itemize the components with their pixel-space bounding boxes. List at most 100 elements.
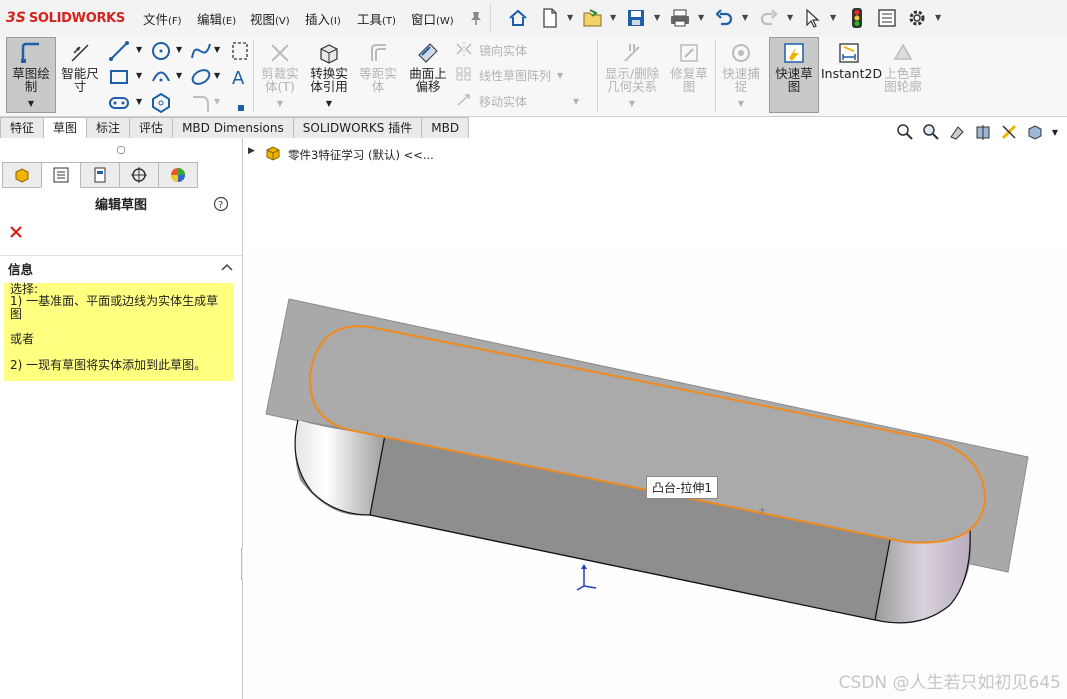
undo-dropdown-caret[interactable]: ▼ [742,13,748,22]
trim-dropdown-caret[interactable]: ▼ [257,97,303,110]
repair-sketch-button[interactable]: 修复草 图 [667,38,711,93]
rectangle-dropdown-caret[interactable]: ▼ [136,71,142,80]
new-dropdown-caret[interactable]: ▼ [567,13,573,22]
section-view-icon[interactable] [973,122,993,142]
instant2d-button[interactable]: Instant2D [821,38,882,80]
trim-entities-button[interactable]: 剪裁实 体(T) ▼ [257,38,303,110]
new-document-icon[interactable] [538,6,562,30]
move-dropdown-caret[interactable]: ▼ [573,97,579,106]
spline-dropdown-caret[interactable]: ▼ [214,45,220,54]
circle-dropdown-caret[interactable]: ▼ [176,45,182,54]
view-orientation-icon[interactable] [1025,122,1045,142]
ellipse-tool-icon[interactable] [190,66,212,92]
arc-tool-icon[interactable] [150,66,172,92]
menu-window-label: 窗口 [411,12,437,27]
linear-pattern-icon [455,66,473,85]
menu-view[interactable]: 视图(V) [250,9,290,28]
tab-evaluate[interactable]: 评估 [129,117,174,138]
view-orientation-dropdown-caret[interactable]: ▼ [1051,122,1059,142]
slot-tool-icon[interactable] [108,92,130,118]
shaded-contours-label: 上色草 图轮廓 [884,66,922,94]
tab-features[interactable]: 特征 [0,117,45,138]
fillet-tool-icon[interactable] [190,92,212,118]
tab-markup[interactable]: 标注 [86,117,131,138]
save-dropdown-caret[interactable]: ▼ [654,13,660,22]
text-tool-icon[interactable]: A [230,66,250,92]
shaded-sketch-contours-button[interactable]: 上色草 图轮廓 [880,38,926,93]
panel-splitter-handle[interactable] [117,146,125,154]
zoom-to-fit-icon[interactable] [895,122,915,142]
convert-entities-button[interactable]: 转换实 体引用 ▼ [305,38,353,110]
tab-mbd[interactable]: MBD [421,117,470,138]
property-manager-tab[interactable] [41,162,81,188]
menu-insert[interactable]: 插入(I) [305,9,341,28]
arc-dropdown-caret[interactable]: ▼ [176,71,182,80]
help-icon[interactable]: ? [213,196,229,216]
rapid-sketch-button[interactable]: 快速草 图 [769,37,819,113]
options-dropdown-caret[interactable]: ▼ [935,13,941,22]
display-manager-tab[interactable] [158,162,198,188]
smart-dimension-button[interactable]: 智能尺 寸 [58,38,102,93]
display-delete-relations-button[interactable]: 显示/删除 几何关系 ▼ [601,38,663,110]
pin-icon[interactable] [464,6,488,30]
home-icon[interactable] [506,6,530,30]
tab-mbd-dimensions[interactable]: MBD Dimensions [172,117,294,138]
circle-tool-icon[interactable] [150,40,172,66]
spline-tool-icon[interactable] [190,40,212,66]
sketch-button[interactable]: 草图绘 制 ▼ [6,37,56,113]
menu-window[interactable]: 窗口(W) [411,9,454,28]
file-properties-icon[interactable] [875,6,899,30]
dimxpert-manager-tab[interactable] [119,162,159,188]
menu-tools[interactable]: 工具(T) [357,9,396,28]
undo-icon[interactable] [712,6,736,30]
previous-view-icon[interactable] [947,122,967,142]
rebuild-traffic-light-icon[interactable] [845,6,869,30]
ellipse-dropdown-caret[interactable]: ▼ [214,71,220,80]
line-tool-icon[interactable] [108,40,130,66]
model-graphics: + [265,298,1029,624]
move-entities-button[interactable]: 移动实体 ▼ [455,92,579,111]
tab-sketch[interactable]: 草图 [43,117,88,138]
open-folder-icon[interactable] [581,6,605,30]
quick-snaps-button[interactable]: 快速捕 捉 ▼ [719,38,763,110]
configuration-manager-tab[interactable] [80,162,120,188]
fillet-dropdown-caret[interactable]: ▼ [214,97,220,106]
select-dropdown-caret[interactable]: ▼ [830,13,836,22]
quick-snaps-label: 快速捕 捉 [722,66,760,94]
redo-icon[interactable] [757,6,781,30]
relations-dropdown-caret[interactable]: ▼ [601,97,663,110]
print-icon[interactable] [668,6,692,30]
offset-entities-button[interactable]: 等距实 体 [356,38,400,93]
print-dropdown-caret[interactable]: ▼ [698,13,704,22]
line-dropdown-caret[interactable]: ▼ [136,45,142,54]
zoom-to-area-icon[interactable] [921,122,941,142]
slot-dropdown-caret[interactable]: ▼ [136,97,142,106]
solidworks-logo[interactable]: 3S SOLIDWORKS [6,8,125,28]
graphics-viewport[interactable]: ▶ 零件3特征学习 (默认) <<... + 凸台-拉伸1 [243,138,1067,699]
linear-pattern-dropdown-caret[interactable]: ▼ [557,71,563,80]
collapse-chevron-icon[interactable] [220,258,234,277]
info-section-header[interactable]: 信息 [0,255,242,277]
offset-on-surface-button[interactable]: 曲面上 偏移 [405,38,451,93]
select-cursor-icon[interactable] [800,6,824,30]
rectangle-tool-icon[interactable] [108,66,130,92]
redo-dropdown-caret[interactable]: ▼ [787,13,793,22]
mirror-entities-button[interactable]: 镜向实体 [455,41,527,60]
point-tool-icon[interactable] [236,98,246,117]
tab-solidworks-addins[interactable]: SOLIDWORKS 插件 [292,117,423,138]
save-icon[interactable] [624,6,648,30]
convert-dropdown-caret[interactable]: ▼ [305,97,353,110]
quick-snaps-dropdown-caret[interactable]: ▼ [719,97,763,110]
cancel-x-icon[interactable] [9,224,23,243]
menu-file[interactable]: 文件(F) [143,9,182,28]
construction-geometry-icon[interactable] [230,40,250,66]
options-gear-icon[interactable] [905,6,929,30]
menu-edit[interactable]: 编辑(E) [197,9,236,28]
polygon-tool-icon[interactable] [150,92,172,118]
open-dropdown-caret[interactable]: ▼ [610,13,616,22]
mirror-label: 镜向实体 [479,44,528,58]
linear-sketch-pattern-button[interactable]: 线性草图阵列 ▼ [455,66,563,85]
sketch-dropdown-caret[interactable]: ▼ [7,97,55,110]
feature-manager-tab[interactable] [2,162,42,188]
dynamic-annotation-icon[interactable] [999,122,1019,142]
